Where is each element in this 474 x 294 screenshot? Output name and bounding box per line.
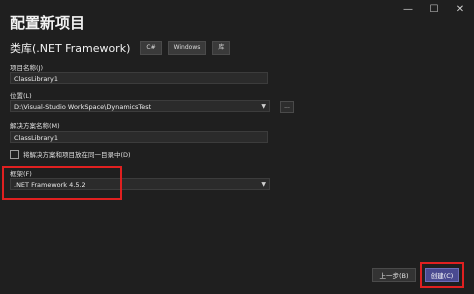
project-type-title: 类库(.NET Framework) [10, 42, 131, 55]
tag-platform: Windows [167, 41, 207, 55]
solution-name-input[interactable]: ClassLibrary1 [10, 131, 268, 143]
minimize-icon[interactable]: — [402, 4, 414, 16]
same-dir-option[interactable]: 将解决方案和项目放在同一目录中(D) [10, 149, 131, 159]
close-icon[interactable]: ✕ [454, 4, 466, 16]
window-controls: — ☐ ✕ [402, 4, 466, 16]
tag-project-kind: 库 [212, 41, 231, 55]
back-button[interactable]: 上一步(B) [372, 268, 416, 282]
project-type-row: 类库(.NET Framework) C# Windows 库 [10, 40, 231, 56]
location-value: D:\Visual-Studio WorkSpace\DynamicsTest [14, 103, 152, 111]
same-dir-checkbox-label: 将解决方案和项目放在同一目录中(D) [23, 151, 131, 159]
maximize-icon[interactable]: ☐ [428, 4, 440, 16]
create-highlight-box [420, 262, 464, 288]
page-title: 配置新项目 [10, 14, 86, 32]
location-select[interactable]: D:\Visual-Studio WorkSpace\DynamicsTest … [10, 100, 270, 112]
tag-language: C# [140, 41, 162, 55]
browse-button[interactable]: ... [280, 101, 294, 113]
framework-highlight-box [2, 166, 122, 200]
chevron-down-icon: ▼ [261, 103, 266, 110]
chevron-down-icon: ▼ [261, 181, 266, 188]
location-label: 位置(L) [10, 92, 32, 100]
same-dir-checkbox[interactable] [10, 149, 19, 159]
project-name-label: 项目名称(J) [10, 64, 43, 72]
solution-name-label: 解决方案名称(M) [10, 122, 60, 130]
project-name-input[interactable]: ClassLibrary1 [10, 72, 268, 84]
